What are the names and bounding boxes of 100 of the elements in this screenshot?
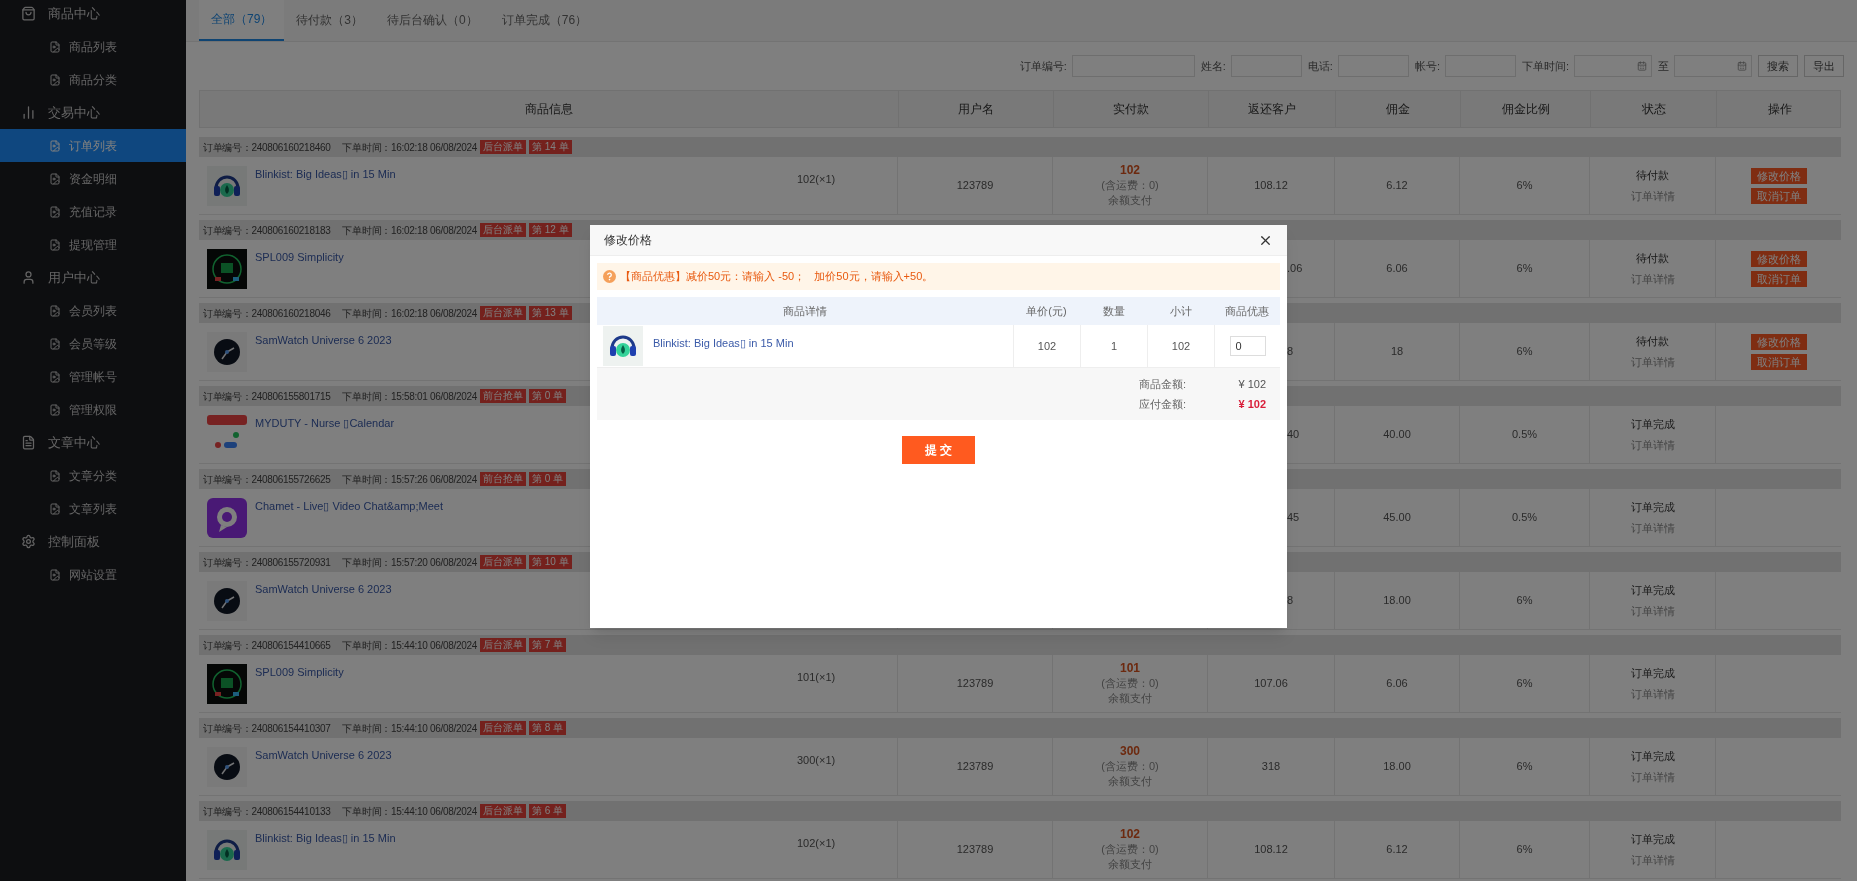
action-button[interactable]: 修改价格 (1750, 250, 1807, 267)
date-field[interactable] (1674, 55, 1752, 77)
image-file-icon (49, 238, 61, 251)
column-header: 商品信息 (524, 101, 574, 118)
tab[interactable]: 订单完成（76） (489, 0, 600, 41)
bag-icon (21, 6, 36, 21)
commission-rate: 6% (1516, 759, 1533, 775)
paid-amount: 102 (1120, 163, 1140, 178)
product-link[interactable]: Blinkist: Big Ideas▯ in 15 Min (255, 166, 789, 183)
order-time: 下单时间：15:44:10 06/08/2024 (342, 721, 477, 736)
action-button[interactable]: 修改价格 (1750, 167, 1807, 184)
column-header: 操作 (1716, 91, 1842, 127)
order-time: 下单时间：16:02:18 06/08/2024 (342, 306, 477, 321)
calendar-icon (1737, 61, 1747, 71)
action-button[interactable]: 取消订单 (1750, 187, 1807, 204)
subtotal: 102 (1171, 338, 1191, 354)
column-header: 实付款 (1053, 91, 1208, 127)
refund-amount: 45 (1287, 510, 1300, 526)
refund-amount: 8 (1287, 593, 1294, 609)
product-link[interactable]: SamWatch Universe 6 2023 (255, 747, 789, 764)
menu-item[interactable]: 订单列表 (0, 129, 186, 162)
date-field[interactable] (1574, 55, 1652, 77)
order-number: 订单编号：240806160218460 (203, 140, 331, 155)
product-price: 300(×1) (797, 753, 837, 768)
refund-amount: 40 (1287, 427, 1300, 443)
column-header: 商品优惠 (1224, 303, 1270, 319)
tab[interactable]: 全部（79） (199, 0, 285, 41)
help-icon (603, 270, 616, 283)
menu-item[interactable]: 资金明细 (0, 162, 186, 195)
menu-item[interactable]: 商品列表 (0, 30, 186, 63)
field-label: 姓名: (1200, 58, 1226, 74)
image-file-icon (49, 502, 61, 515)
menu-group[interactable]: 交易中心 (0, 96, 186, 129)
discount-field[interactable]: 0 (1229, 336, 1266, 356)
menu-item[interactable]: 文章分类 (0, 459, 186, 492)
order-status: 待付款 (1636, 168, 1669, 183)
menu-item[interactable]: 网站设置 (0, 558, 186, 591)
username-text: 123789 (956, 759, 994, 775)
paid-amount: 101 (1120, 661, 1140, 676)
submit-button[interactable]: 提 交 (902, 436, 975, 464)
order-tag: 第 10 单 (529, 555, 572, 569)
tab[interactable]: 待付款（3） (284, 0, 376, 41)
image-file-icon (49, 469, 61, 482)
menu-group[interactable]: 商品中心 (0, 0, 186, 30)
menu-item[interactable]: 会员等级 (0, 327, 186, 360)
menu-item[interactable]: 管理帐号 (0, 360, 186, 393)
document-icon (21, 435, 36, 450)
menu-item[interactable]: 提现管理 (0, 228, 186, 261)
summary-value: ¥ 102 (1237, 397, 1266, 412)
tab[interactable]: 待后台确认（0） (375, 0, 490, 41)
menu-item[interactable]: 文章列表 (0, 492, 186, 525)
order-number: 订单编号：240806154410307 (203, 721, 331, 736)
image-file-icon (49, 337, 61, 350)
menu-item[interactable]: 管理权限 (0, 393, 186, 426)
product-link[interactable]: SPL009 Simplicity (255, 664, 789, 681)
summary-label: 应付金额: (1138, 397, 1186, 412)
menu-item[interactable]: 商品分类 (0, 63, 186, 96)
commission-amount: 6.06 (1386, 261, 1408, 277)
column-header: 用户名 (898, 91, 1053, 127)
image-file-icon (49, 205, 61, 218)
order-time: 下单时间：15:44:10 06/08/2024 (342, 638, 477, 653)
column-header: 单价(元) (1025, 303, 1068, 319)
commission-amount: 45.00 (1383, 510, 1411, 526)
menu-group[interactable]: 文章中心 (0, 426, 186, 459)
order-time: 下单时间：15:57:20 06/08/2024 (342, 555, 477, 570)
menu-item[interactable]: 充值记录 (0, 195, 186, 228)
refund-amount: 8 (1287, 344, 1294, 360)
action-button[interactable]: 修改价格 (1750, 333, 1807, 350)
order-tag: 第 0 单 (529, 389, 567, 403)
order-status: 待付款 (1636, 334, 1669, 349)
menu-item[interactable]: 会员列表 (0, 294, 186, 327)
product-link[interactable]: Blinkist: Big Ideas▯ in 15 Min (255, 830, 789, 847)
commission-amount: 6.12 (1386, 842, 1408, 858)
refund-amount: .06 (1287, 261, 1303, 277)
toolbar-button[interactable]: 搜索 (1758, 55, 1798, 77)
field-label: 订单编号: (1019, 58, 1067, 74)
field-label: 下单时间: (1521, 58, 1569, 74)
refund-amount: 108.12 (1254, 842, 1288, 858)
product-link[interactable]: Blinkist: Big Ideas▯ in 15 Min (653, 334, 794, 352)
order-time: 下单时间：16:02:18 06/08/2024 (342, 140, 477, 155)
product-price: 102(×1) (797, 172, 837, 187)
order-tag: 第 14 单 (529, 140, 572, 154)
order-tag: 第 12 单 (529, 223, 572, 237)
menu-group[interactable]: 控制面板 (0, 525, 186, 558)
action-button[interactable]: 取消订单 (1750, 353, 1807, 370)
order-tag: 前台抢单 (480, 389, 526, 403)
action-button[interactable]: 取消订单 (1750, 270, 1807, 287)
menu-group[interactable]: 用户中心 (0, 261, 186, 294)
image-file-icon (49, 139, 61, 152)
order-number: 订单编号：240806155726625 (203, 472, 331, 487)
order-number: 订单编号：240806154410665 (203, 638, 331, 653)
username-text: 123789 (956, 178, 994, 194)
toolbar-button[interactable]: 导出 (1804, 55, 1844, 77)
order-tag: 第 7 单 (529, 638, 567, 652)
order-status: 订单完成 (1630, 583, 1675, 598)
order-status: 订单完成 (1630, 666, 1675, 681)
order-number: 订单编号：240806155801715 (203, 389, 331, 404)
commission-rate: 6% (1516, 842, 1533, 858)
image-file-icon (49, 403, 61, 416)
order-status: 订单完成 (1630, 417, 1675, 432)
